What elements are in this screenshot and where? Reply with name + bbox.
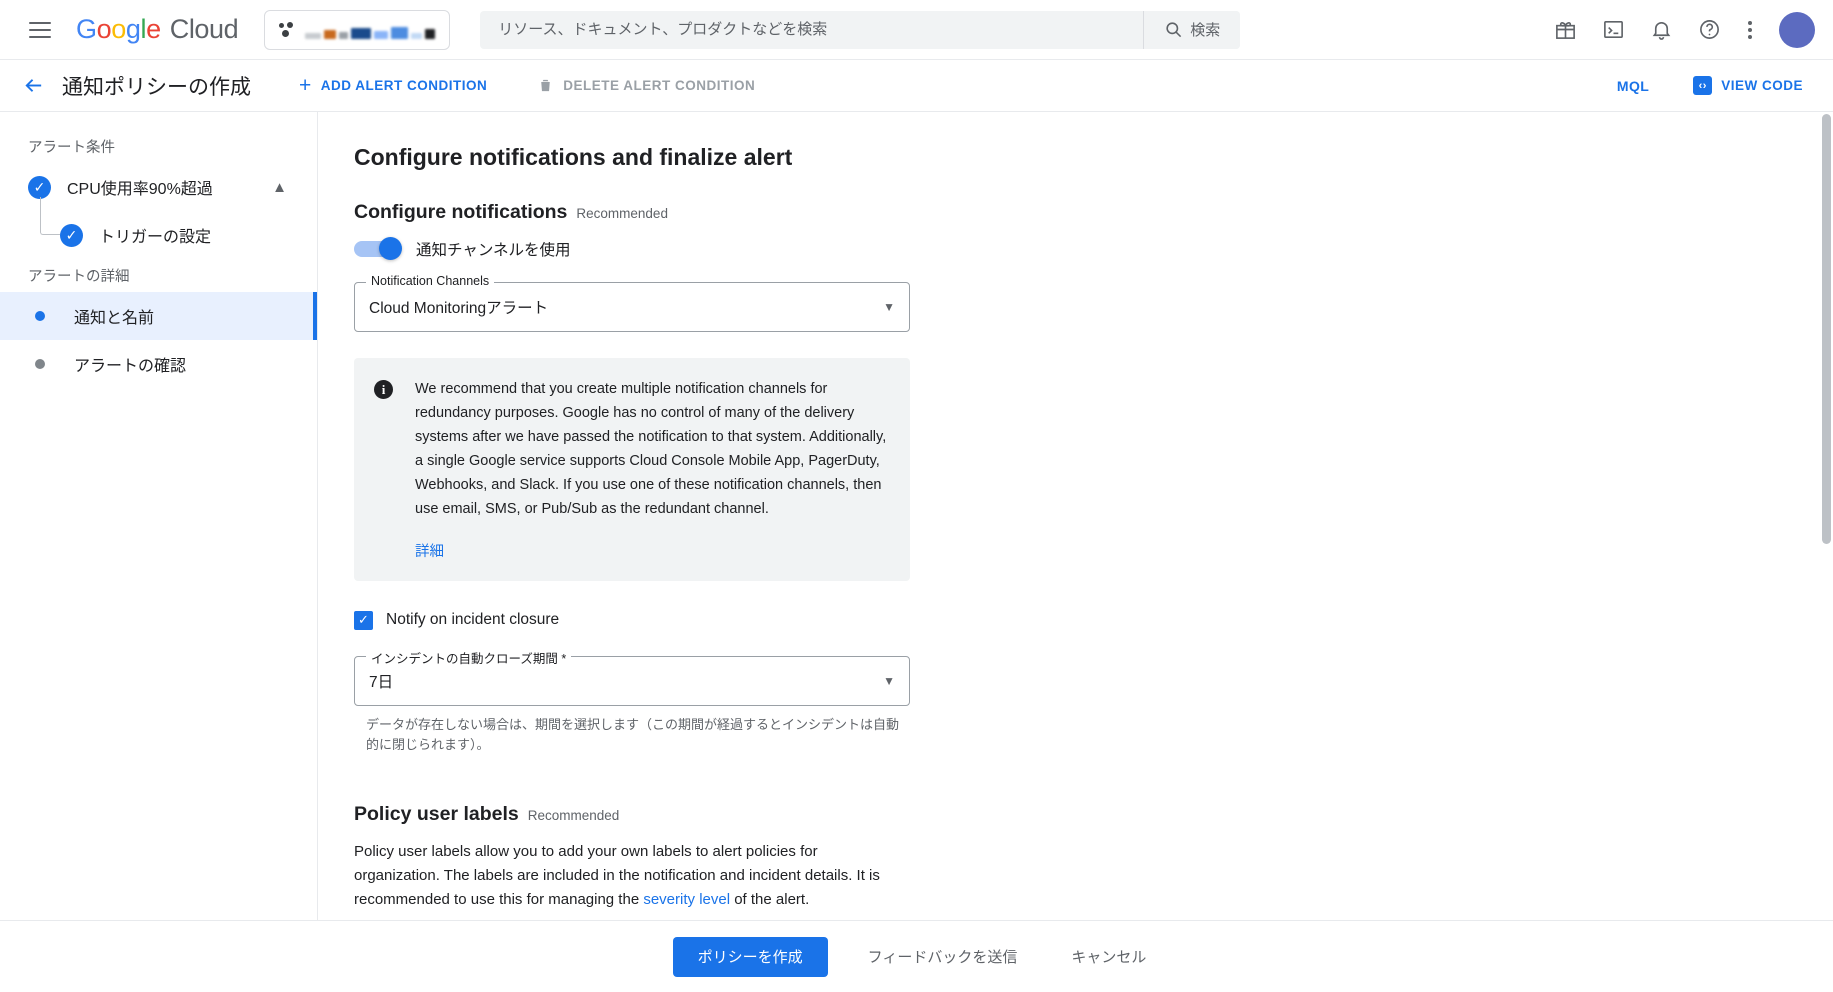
notify-on-incident-closure-row: ✓ Notify on incident closure <box>354 610 1418 630</box>
arrow-back-icon[interactable] <box>12 65 54 107</box>
project-selector[interactable] <box>264 9 451 50</box>
view-code-label: VIEW CODE <box>1721 78 1803 93</box>
notification-channels-select[interactable]: Notification Channels Cloud Monitoringアラ… <box>354 274 910 332</box>
search-icon <box>1166 22 1182 38</box>
project-name-redacted <box>305 21 436 39</box>
notify-on-incident-closure-label: Notify on incident closure <box>386 611 560 629</box>
policy-user-labels-title: Policy user labels <box>354 802 519 825</box>
header-actions <box>1543 8 1815 52</box>
page-heading: Configure notifications and finalize ale… <box>354 144 793 170</box>
delete-alert-condition-button[interactable]: DELETE ALERT CONDITION <box>527 68 765 104</box>
use-notification-channels-label: 通知チャンネルを使用 <box>416 242 571 259</box>
delete-alert-condition-label: DELETE ALERT CONDITION <box>563 78 756 93</box>
wizard-sidebar: アラート条件 ✓ CPU使用率90%超過 ▲ ✓ トリガーの設定 アラートの詳細… <box>0 112 318 992</box>
info-icon: i <box>374 380 393 399</box>
scrollbar-thumb[interactable] <box>1822 114 1831 544</box>
auto-close-duration-select[interactable]: インシデントの自動クローズ期間 * 7日 ▼ <box>354 647 910 706</box>
toolbar-right-actions: MQL ‹› VIEW CODE <box>1609 68 1813 104</box>
google-cloud-console: GoogleCloud 検索 <box>0 0 1833 992</box>
use-notification-channels-toggle[interactable] <box>354 237 402 260</box>
sidebar-item-review-alert[interactable]: アラートの確認 <box>0 340 317 388</box>
auto-close-duration-value: 7日 <box>369 673 394 691</box>
toggle-knob <box>379 237 402 260</box>
notification-info-box: i We recommend that you create multiple … <box>354 358 910 581</box>
sidebar-section-alert-conditions: アラート条件 <box>28 140 115 156</box>
policy-labels-desc-part2: of the alert. <box>730 891 810 909</box>
policy-user-labels-heading: Policy user labels Recommended <box>354 803 1418 826</box>
top-header: GoogleCloud 検索 <box>0 0 1833 60</box>
step-dot-icon <box>35 311 45 321</box>
cloud-shell-icon[interactable] <box>1591 8 1635 52</box>
notify-on-incident-closure-checkbox[interactable]: ✓ <box>354 610 373 630</box>
sidebar-item-trigger-settings-label: トリガーの設定 <box>99 229 212 246</box>
sidebar-item-cpu-condition-label: CPU使用率90%超過 <box>67 181 213 198</box>
plus-icon: + <box>299 74 312 97</box>
chevron-up-icon[interactable]: ▲ <box>272 179 287 196</box>
add-alert-condition-button[interactable]: + ADD ALERT CONDITION <box>289 68 497 104</box>
create-policy-button[interactable]: ポリシーを作成 <box>672 936 828 977</box>
hamburger-icon[interactable] <box>18 8 62 52</box>
check-icon: ✓ <box>60 223 83 247</box>
code-icon: ‹› <box>1693 76 1713 95</box>
cancel-button[interactable]: キャンセル <box>1057 937 1160 977</box>
policy-user-labels-description: Policy user labels allow you to add your… <box>354 840 906 913</box>
mql-button[interactable]: MQL <box>1609 72 1657 100</box>
page-body: アラート条件 ✓ CPU使用率90%超過 ▲ ✓ トリガーの設定 アラートの詳細… <box>0 112 1833 992</box>
notifications-bell-icon[interactable] <box>1639 8 1683 52</box>
page-title: 通知ポリシーの作成 <box>62 75 251 99</box>
google-cloud-logo[interactable]: Google Cloud <box>76 14 239 45</box>
chevron-down-icon[interactable]: ▼ <box>883 674 895 688</box>
sidebar-item-notifications-and-name-label: 通知と名前 <box>74 310 155 327</box>
sidebar-item-review-alert-label: アラートの確認 <box>74 358 187 375</box>
recommended-badge: Recommended <box>527 807 620 823</box>
send-feedback-button[interactable]: フィードバックを送信 <box>854 937 1032 977</box>
search-input[interactable] <box>480 10 1144 49</box>
auto-close-duration-legend: インシデントの自動クローズ期間 * <box>366 647 572 667</box>
learn-more-link[interactable]: 詳細 <box>415 540 444 561</box>
tree-connector <box>40 197 60 235</box>
gift-icon[interactable] <box>1543 8 1587 52</box>
main-content: Configure notifications and finalize ale… <box>318 112 1833 992</box>
logo-cloud-text: Cloud <box>169 14 239 44</box>
help-icon[interactable] <box>1687 8 1731 52</box>
auto-close-duration-helper: データが存在しない場合は、期間を選択します（この期間が経過するとインシデントは自… <box>366 716 900 752</box>
trash-icon <box>541 79 551 92</box>
use-notification-channels-row: 通知チャンネルを使用 <box>354 237 1418 260</box>
severity-level-link[interactable]: severity level <box>643 891 730 908</box>
add-alert-condition-label: ADD ALERT CONDITION <box>320 78 488 93</box>
search-button[interactable]: 検索 <box>1143 10 1241 49</box>
search-button-label: 検索 <box>1190 22 1221 39</box>
check-icon: ✓ <box>28 175 51 199</box>
notification-info-text: We recommend that you create multiple no… <box>415 381 887 517</box>
global-search[interactable]: 検索 <box>480 10 1241 49</box>
view-code-button[interactable]: ‹› VIEW CODE <box>1683 68 1813 104</box>
step-dot-icon <box>35 359 45 369</box>
sidebar-item-notifications-and-name[interactable]: 通知と名前 <box>0 292 317 340</box>
bottom-action-bar: ポリシーを作成 フィードバックを送信 キャンセル <box>0 920 1833 992</box>
notification-channels-legend: Notification Channels <box>366 274 495 288</box>
configure-notifications-title: Configure notifications <box>354 201 568 223</box>
recommended-badge: Recommended <box>576 206 668 221</box>
more-options-icon[interactable] <box>1735 8 1765 52</box>
policy-user-labels-section: Policy user labels Recommended Policy us… <box>354 803 1418 913</box>
sidebar-item-trigger-settings[interactable]: ✓ トリガーの設定 <box>0 197 317 259</box>
configure-notifications-heading: Configure notifications Recommended <box>354 201 1418 224</box>
notification-channels-value: Cloud Monitoringアラート <box>369 300 549 317</box>
form-container: Configure notifications and finalize ale… <box>318 112 1418 913</box>
page-toolbar: 通知ポリシーの作成 + ADD ALERT CONDITION DELETE A… <box>0 60 1833 112</box>
sidebar-section-alert-details: アラートの詳細 <box>28 269 130 285</box>
chevron-down-icon[interactable]: ▼ <box>883 300 895 314</box>
project-dots-icon <box>279 21 295 38</box>
avatar[interactable] <box>1779 11 1815 48</box>
vertical-scrollbar[interactable] <box>1820 112 1833 992</box>
